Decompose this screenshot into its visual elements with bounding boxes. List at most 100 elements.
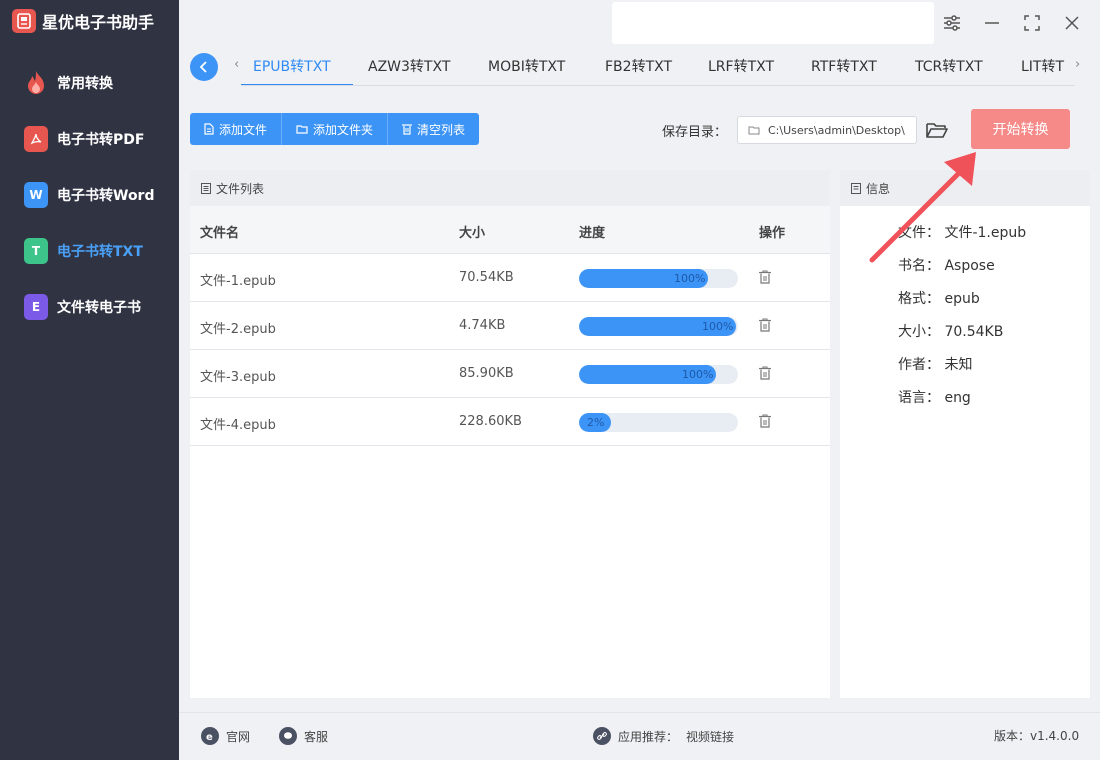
file-size: 85.90KB (459, 366, 514, 381)
clear-list-label: 清空列表 (417, 122, 466, 137)
progress-text: 100% (702, 320, 734, 333)
file-icon (204, 123, 214, 135)
website-link[interactable]: e 官网 (201, 727, 250, 745)
info-language: 语言： eng (898, 390, 971, 406)
progress-bar: 100% (579, 269, 738, 288)
progress-text: 100% (682, 368, 714, 381)
sidebar-item-label: 电子书转Word (57, 188, 155, 204)
title-bar (179, 0, 1100, 48)
file-name: 文件-1.epub (200, 274, 276, 289)
tab-fb2-txt[interactable]: FB2转TXT (605, 56, 672, 76)
progress-text: 100% (674, 272, 706, 285)
col-progress: 进度 (579, 226, 606, 241)
footer: e 官网 客服 应用推荐： 视频链接 版本：v1.4.0.0 (179, 712, 1100, 760)
file-list-header: 文件列表 (190, 170, 830, 206)
tab-mobi-txt[interactable]: MOBI转TXT (488, 56, 565, 76)
ebook-icon: E (24, 294, 48, 320)
clear-list-button[interactable]: 清空列表 (388, 113, 480, 145)
info-panel: 信息 文件： 文件-1.epub 书名： Aspose 格式： epub 大小：… (840, 170, 1090, 698)
delete-icon[interactable] (759, 414, 773, 430)
info-file: 文件： 文件-1.epub (898, 225, 1027, 241)
save-directory-label: 保存目录： (662, 125, 728, 140)
tabs-strip: EPUB转TXT AZW3转TXT MOBI转TXT FB2转TXT LRF转T… (241, 48, 1071, 86)
settings-sliders-icon[interactable] (941, 12, 963, 34)
tab-rtf-txt[interactable]: RTF转TXT (811, 56, 877, 76)
tab-lrf-txt[interactable]: LRF转TXT (708, 56, 774, 76)
delete-icon[interactable] (759, 318, 773, 334)
file-size: 228.60KB (459, 414, 522, 429)
tab-azw3-txt[interactable]: AZW3转TXT (368, 56, 450, 76)
delete-icon[interactable] (759, 366, 773, 382)
file-list-title: 文件列表 (216, 181, 265, 196)
tabs-divider (241, 85, 1075, 86)
browse-folder-icon[interactable] (925, 118, 949, 142)
browser-icon: e (201, 727, 219, 745)
list-icon (201, 182, 211, 194)
info-book-title: 书名： Aspose (898, 258, 995, 274)
sidebar-item-word[interactable]: W 电子书转Word (24, 182, 155, 208)
file-toolbar: 添加文件 添加文件夹 清空列表 (190, 113, 480, 145)
col-name: 文件名 (200, 226, 240, 241)
progress-bar: 100% (579, 365, 738, 384)
version-text: 版本：v1.4.0.0 (994, 729, 1080, 743)
col-size: 大小 (459, 226, 486, 241)
close-icon[interactable] (1061, 12, 1083, 34)
back-icon[interactable] (190, 53, 218, 81)
minimize-icon[interactable] (981, 12, 1003, 34)
info-header: 信息 (840, 170, 1090, 206)
progress-text: 2% (587, 416, 605, 429)
sidebar-item-label: 电子书转TXT (57, 244, 143, 260)
table-row[interactable]: 文件-1.epub 70.54KB 100% (190, 254, 830, 302)
flame-icon (24, 70, 48, 96)
tabs-prev-icon[interactable]: ‹ (234, 57, 239, 72)
file-size: 4.74KB (459, 318, 506, 333)
save-path-value: C:\Users\admin\Desktop\ (768, 123, 905, 137)
pdf-icon (24, 126, 48, 152)
info-size: 大小： 70.54KB (898, 324, 1004, 340)
progress-bar: 2% (579, 413, 738, 432)
maximize-icon[interactable] (1021, 12, 1043, 34)
table-row[interactable]: 文件-4.epub 228.60KB 2% (190, 398, 830, 446)
sidebar-item-label: 常用转换 (57, 76, 113, 92)
brand: 星优电子书助手 (12, 9, 154, 33)
file-name: 文件-3.epub (200, 370, 276, 385)
customer-service-label: 客服 (304, 729, 329, 744)
file-name: 文件-2.epub (200, 322, 276, 337)
tab-epub-txt[interactable]: EPUB转TXT (253, 56, 331, 76)
tab-lit-txt[interactable]: LIT转T (1021, 56, 1064, 76)
add-folder-button[interactable]: 添加文件夹 (282, 113, 389, 145)
link-icon (593, 727, 611, 745)
col-action: 操作 (759, 226, 786, 241)
table-row[interactable]: 文件-3.epub 85.90KB 100% (190, 350, 830, 398)
app-logo-icon (12, 9, 36, 33)
add-file-button[interactable]: 添加文件 (190, 113, 283, 145)
file-name: 文件-4.epub (200, 418, 276, 433)
folder-icon (296, 124, 308, 134)
table-row[interactable]: 文件-2.epub 4.74KB 100% (190, 302, 830, 350)
trash-icon (402, 123, 413, 135)
info-format: 格式： epub (898, 291, 980, 307)
start-convert-button[interactable]: 开始转换 (971, 109, 1070, 149)
file-size: 70.54KB (459, 270, 514, 285)
tabs-next-icon[interactable]: › (1075, 57, 1080, 72)
folder-outline-icon (748, 125, 760, 135)
customer-service-link[interactable]: 客服 (279, 727, 328, 745)
sidebar-item-pdf[interactable]: 电子书转PDF (24, 126, 144, 152)
table-header: 文件名 大小 进度 操作 (190, 206, 830, 254)
sidebar-item-to-ebook[interactable]: E 文件转电子书 (24, 294, 141, 320)
sidebar-item-txt[interactable]: T 电子书转TXT (24, 238, 143, 264)
tab-tcr-txt[interactable]: TCR转TXT (915, 56, 983, 76)
txt-icon: T (24, 238, 48, 264)
save-path-field[interactable]: C:\Users\admin\Desktop\ (737, 116, 917, 144)
delete-icon[interactable] (759, 270, 773, 286)
sidebar: 星优电子书助手 常用转换 电子书转PDF W 电子书转Word T 电子书转TX… (0, 0, 179, 760)
progress-bar: 100% (579, 317, 738, 336)
top-search-box[interactable] (612, 2, 934, 44)
sidebar-item-common[interactable]: 常用转换 (24, 70, 113, 96)
recommend-link[interactable]: 视频链接 (686, 728, 734, 745)
info-author: 作者： 未知 (898, 357, 973, 373)
chat-icon (279, 727, 297, 745)
add-folder-label: 添加文件夹 (313, 122, 374, 137)
app-recommend[interactable]: 应用推荐： 视频链接 (593, 727, 734, 745)
app-title: 星优电子书助手 (42, 13, 155, 32)
